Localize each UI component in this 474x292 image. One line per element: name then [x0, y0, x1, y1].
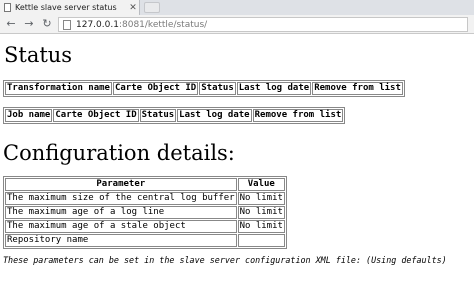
column-header: Remove from list: [252, 109, 344, 122]
column-header: Carte Object ID: [53, 109, 139, 122]
value-cell: [237, 234, 285, 247]
reload-icon[interactable]: ↻: [40, 17, 54, 31]
url-path: :8081/kettle/status/: [118, 19, 208, 30]
value-cell: No limit: [237, 206, 285, 219]
configuration-table: Parameter Value The maximum size of the …: [3, 176, 287, 249]
column-header-value: Value: [237, 178, 285, 191]
value-cell: No limit: [237, 192, 285, 205]
table-header-row: Transformation name Carte Object ID Stat…: [5, 82, 403, 95]
column-header: Transformation name: [5, 82, 112, 95]
column-header: Carte Object ID: [112, 82, 199, 95]
column-header: Last log date: [177, 109, 252, 122]
browser-tab[interactable]: Kettle slave server status ✕: [0, 0, 140, 15]
transformations-table: Transformation name Carte Object ID Stat…: [3, 80, 405, 97]
column-header: Status: [139, 109, 177, 122]
column-header: Remove from list: [312, 82, 403, 95]
tab-title: Kettle slave server status: [15, 3, 117, 12]
arrow-right-icon[interactable]: →: [22, 17, 36, 31]
jobs-table: Job name Carte Object ID Status Last log…: [3, 107, 346, 124]
parameter-cell: The maximum size of the central log buff…: [5, 192, 237, 205]
value-cell: No limit: [237, 220, 285, 233]
browser-tab-strip: Kettle slave server status ✕: [0, 0, 474, 15]
arrow-left-icon[interactable]: ←: [4, 17, 18, 31]
configuration-heading: Configuration details:: [3, 141, 235, 165]
status-heading: Status: [4, 43, 73, 67]
close-icon[interactable]: ✕: [127, 3, 139, 13]
parameter-cell: Repository name: [5, 234, 237, 247]
column-header: Last log date: [236, 82, 312, 95]
column-header: Job name: [5, 109, 53, 122]
table-row: Repository name: [5, 234, 285, 247]
table-header-row: Job name Carte Object ID Status Last log…: [5, 109, 344, 122]
document-icon: [4, 3, 11, 12]
parameter-cell: The maximum age of a log line: [5, 206, 237, 219]
table-row: The maximum age of a log line No limit: [5, 206, 285, 219]
page-info-icon[interactable]: [63, 19, 71, 30]
table-row: The maximum age of a stale object No lim…: [5, 220, 285, 233]
table-header-row: Parameter Value: [5, 178, 285, 191]
address-bar[interactable]: 127.0.0.1 :8081/kettle/status/: [58, 17, 468, 32]
table-row: The maximum size of the central log buff…: [5, 192, 285, 205]
page-content: Status Transformation name Carte Object …: [0, 35, 474, 292]
new-tab-button[interactable]: [144, 2, 160, 13]
column-header: Status: [199, 82, 236, 95]
url-host: 127.0.0.1: [76, 19, 119, 30]
configuration-note: These parameters can be set in the slave…: [3, 255, 447, 265]
browser-toolbar: ← → ↻ 127.0.0.1 :8081/kettle/status/: [0, 15, 474, 34]
column-header-parameter: Parameter: [5, 178, 237, 191]
parameter-cell: The maximum age of a stale object: [5, 220, 237, 233]
